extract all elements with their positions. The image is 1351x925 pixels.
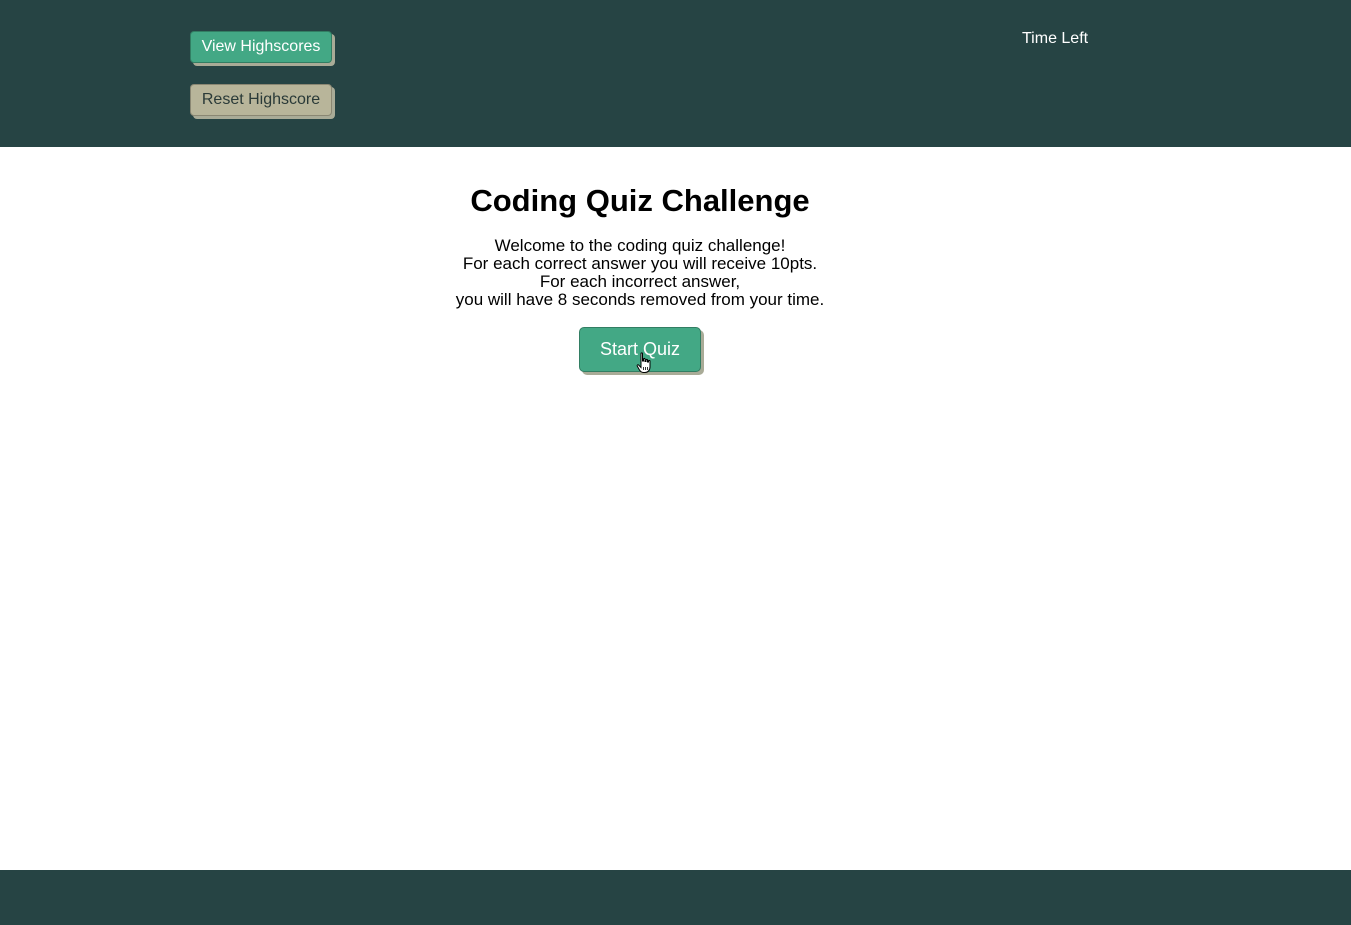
intro-line: you will have 8 seconds removed from you…: [455, 290, 825, 309]
view-highscores-button[interactable]: View Highscores: [190, 31, 332, 63]
intro-text: Welcome to the coding quiz challenge! Fo…: [0, 237, 1280, 309]
footer-bar: [0, 870, 1351, 925]
start-quiz-button[interactable]: Start Quiz: [579, 327, 701, 372]
intro-line: Welcome to the coding quiz challenge!: [494, 236, 786, 255]
reset-highscore-button[interactable]: Reset Highscore: [190, 84, 332, 116]
time-left-label: Time Left: [1022, 30, 1089, 47]
page-title: Coding Quiz Challenge: [470, 183, 810, 218]
intro-line: For each incorrect answer,: [539, 272, 741, 291]
main-content: Coding Quiz Challenge Welcome to the cod…: [0, 147, 1351, 870]
header-bar: View Highscores Reset Highscore Time Lef…: [0, 0, 1351, 147]
intro-line: For each correct answer you will receive…: [462, 254, 818, 273]
